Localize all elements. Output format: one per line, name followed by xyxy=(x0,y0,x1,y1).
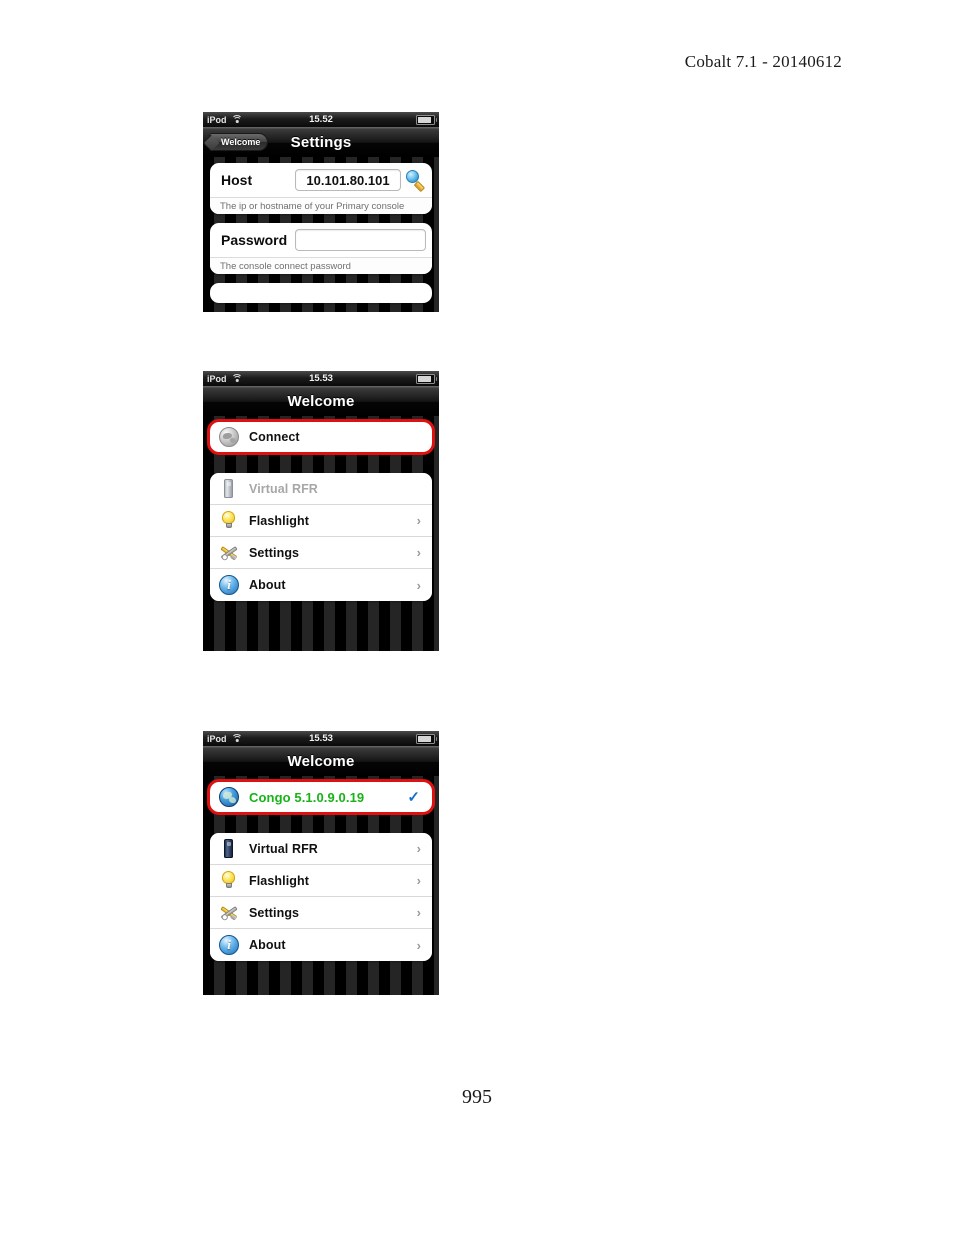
bulb-icon xyxy=(219,870,240,891)
status-bar: iPod 15.52 xyxy=(203,112,439,127)
menu-item-virtual-rfr: Virtual RFR xyxy=(210,473,432,505)
navigation-bar: Welcome xyxy=(203,746,439,776)
password-field-row: Password xyxy=(210,223,432,257)
password-label: Password xyxy=(221,232,288,248)
rfr-icon xyxy=(219,838,240,859)
settings-form-body: Host 10.101.80.101 The ip or hostname of… xyxy=(203,157,439,312)
menu-item-label: About xyxy=(249,938,286,952)
connect-row-group[interactable]: Connect xyxy=(207,419,435,455)
chevron-right-icon: › xyxy=(416,513,421,528)
back-button-welcome[interactable]: Welcome xyxy=(209,133,269,151)
welcome-menu-body: Congo 5.1.0.9.0.19 ✓ Virtual RFR › Flash… xyxy=(203,776,439,995)
connect-label: Connect xyxy=(249,430,300,444)
menu-item-label: Virtual RFR xyxy=(249,481,318,496)
chevron-right-icon: › xyxy=(416,841,421,856)
connect-row[interactable]: Connect xyxy=(210,422,432,452)
menu-item-label: Flashlight xyxy=(249,873,310,888)
welcome-menu-group: Virtual RFR › Flashlight › Settings › Ab xyxy=(210,833,432,961)
menu-item-virtual-rfr[interactable]: Virtual RFR › xyxy=(210,833,432,865)
tools-icon xyxy=(219,902,240,923)
page-title: Welcome xyxy=(287,752,355,770)
tools-icon xyxy=(219,542,240,563)
menu-item-about[interactable]: About › xyxy=(210,569,432,601)
menu-item-settings[interactable]: Settings › xyxy=(210,897,432,929)
screenshot-welcome-connected: iPod 15.53 Welcome Congo 5.1.0.9.0.19 ✓ … xyxy=(203,731,439,995)
navigation-bar: Welcome Settings xyxy=(203,127,439,157)
battery-icon xyxy=(416,733,437,744)
menu-item-flashlight[interactable]: Flashlight › xyxy=(210,505,432,537)
globe-icon-blue xyxy=(219,786,240,808)
connected-console-row[interactable]: Congo 5.1.0.9.0.19 ✓ xyxy=(210,782,432,812)
welcome-menu-group: Virtual RFR Flashlight › Settings › Abo xyxy=(210,473,432,601)
checkmark-icon: ✓ xyxy=(407,788,420,806)
back-button-label: Welcome xyxy=(221,137,261,147)
screenshot-welcome-disconnected: iPod 15.53 Welcome Connect Virtual RFR F… xyxy=(203,371,439,651)
document-header: Cobalt 7.1 - 20140612 xyxy=(684,52,842,71)
page-title: Settings xyxy=(290,133,352,151)
battery-icon xyxy=(416,373,437,384)
chevron-right-icon: › xyxy=(416,545,421,560)
connected-console-label: Congo 5.1.0.9.0.19 xyxy=(249,789,365,805)
menu-item-about[interactable]: About › xyxy=(210,929,432,961)
menu-item-label: About xyxy=(249,578,286,592)
chevron-right-icon: › xyxy=(416,873,421,888)
status-time: 15.53 xyxy=(309,733,333,744)
globe-icon-gray xyxy=(219,426,240,448)
bulb-icon xyxy=(219,510,240,531)
menu-item-settings[interactable]: Settings › xyxy=(210,537,432,569)
password-hint: The console connect password xyxy=(210,257,432,274)
menu-item-label: Virtual RFR xyxy=(249,841,318,856)
page-title: Welcome xyxy=(287,392,355,410)
host-field-row: Host 10.101.80.101 xyxy=(210,163,432,197)
screenshot-settings: iPod 15.52 Welcome Settings Host 10.101.… xyxy=(203,112,439,312)
status-bar: iPod 15.53 xyxy=(203,371,439,386)
menu-item-label: Flashlight xyxy=(249,513,310,528)
host-label: Host xyxy=(221,172,253,188)
page-number: 995 xyxy=(462,1086,492,1108)
chevron-right-icon: › xyxy=(416,905,421,920)
host-input[interactable]: 10.101.80.101 xyxy=(295,169,401,191)
host-field-group: Host 10.101.80.101 The ip or hostname of… xyxy=(210,163,432,214)
info-icon xyxy=(219,934,240,956)
status-bar: iPod 15.53 xyxy=(203,731,439,746)
chevron-right-icon: › xyxy=(416,937,421,953)
welcome-menu-body: Connect Virtual RFR Flashlight › Setting… xyxy=(203,416,439,651)
host-hint: The ip or hostname of your Primary conso… xyxy=(210,197,432,214)
battery-icon xyxy=(416,114,437,125)
info-icon xyxy=(219,574,240,596)
magnifier-icon[interactable] xyxy=(406,170,426,192)
menu-item-label: Settings xyxy=(249,545,300,560)
menu-item-label: Settings xyxy=(249,905,300,920)
menu-item-flashlight[interactable]: Flashlight › xyxy=(210,865,432,897)
status-time: 15.52 xyxy=(309,114,333,125)
rfr-icon xyxy=(219,478,240,499)
password-field-group: Password The console connect password xyxy=(210,223,432,274)
next-field-group-partial xyxy=(210,283,432,303)
password-input[interactable] xyxy=(295,229,426,251)
connected-console-row-group[interactable]: Congo 5.1.0.9.0.19 ✓ xyxy=(207,779,435,815)
navigation-bar: Welcome xyxy=(203,386,439,416)
chevron-right-icon: › xyxy=(416,577,421,593)
status-time: 15.53 xyxy=(309,373,333,384)
